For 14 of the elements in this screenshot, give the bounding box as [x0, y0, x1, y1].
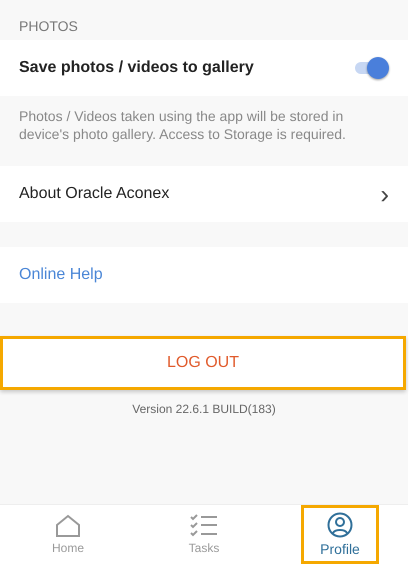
toggle-switch[interactable] [355, 56, 389, 80]
logout-button[interactable]: LOG OUT [0, 336, 406, 390]
nav-tab[interactable]: Profile [301, 505, 379, 564]
description-text: Photos / Videos taken using the app will be stored in device's photo gallery. Access to Storage is required. [19, 108, 346, 142]
nav-tab[interactable]: Tasks [165, 505, 243, 564]
online-help-link[interactable]: Online Help [19, 266, 103, 284]
profile-icon [327, 512, 353, 538]
setting-label: Save photos / videos to gallery [19, 59, 254, 77]
nav-tab[interactable]: Home [29, 505, 107, 564]
version-text: Version 22.6.1 BUILD(183) [132, 402, 276, 416]
home-icon [55, 514, 81, 538]
checklist-icon [190, 514, 218, 538]
about-row[interactable]: About Oracle Aconex › [0, 166, 408, 222]
section-header: PHOTOS [19, 18, 78, 34]
